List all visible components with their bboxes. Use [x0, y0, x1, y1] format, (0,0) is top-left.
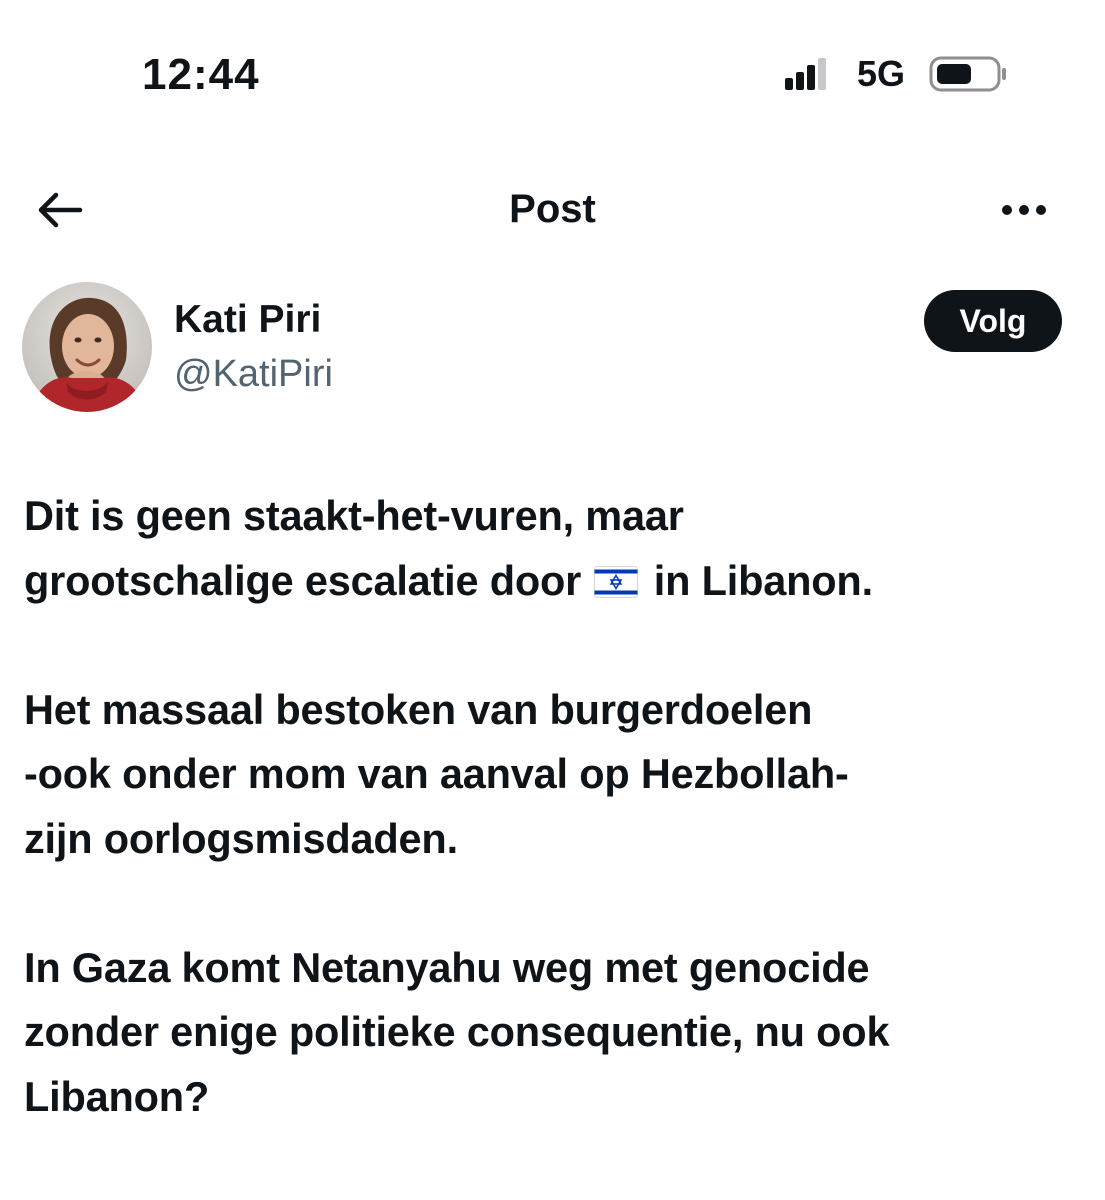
post-line: Dit is geen staakt-het-vuren, maar: [24, 492, 684, 539]
profile-photo: [22, 282, 152, 412]
post-line: Libanon?: [24, 1072, 210, 1120]
network-label: 5G: [857, 53, 906, 94]
post-text-segment: in Libanon.: [642, 556, 873, 604]
page-title: Post: [509, 187, 596, 231]
post-text-segment: grootschalige escalatie door: [24, 556, 582, 604]
post-header: Post: [0, 170, 1105, 250]
battery-icon: [929, 56, 1006, 92]
follow-button[interactable]: Volg: [924, 290, 1062, 352]
more-horizontal-icon: [1002, 205, 1046, 215]
author-name[interactable]: Kati Piri: [174, 296, 321, 344]
more-options-button[interactable]: [988, 180, 1060, 240]
israel-flag-icon: [594, 565, 639, 598]
cellular-signal-icon: [785, 58, 826, 90]
post-line: zonder enige politieke consequentie, nu …: [24, 1008, 890, 1055]
post-line: -ook onder mom van aanval op Hezbollah-: [24, 750, 849, 797]
author-handle[interactable]: @KatiPiri: [174, 350, 333, 398]
post-text: Dit is geen staakt-het-vuren, maar groot…: [24, 484, 1084, 1129]
status-time: 12:44: [142, 50, 260, 99]
post-line: grootschalige escalatie door in Libanon.: [24, 549, 1084, 614]
avatar[interactable]: [22, 282, 152, 412]
status-bar: 12:44 5G: [0, 0, 1105, 150]
post-line: zijn oorlogsmisdaden.: [24, 814, 458, 862]
post-line: In Gaza komt Netanyahu weg met genocide: [24, 943, 870, 991]
post-line: Het massaal bestoken van burgerdoelen: [24, 685, 813, 733]
